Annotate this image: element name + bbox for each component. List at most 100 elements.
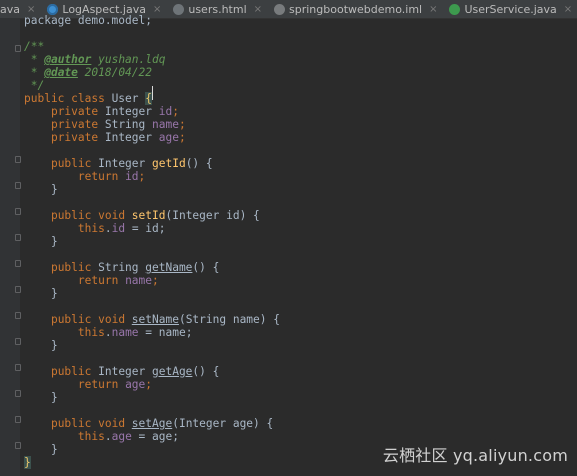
html-file-icon bbox=[173, 3, 185, 15]
type-integer: Integer bbox=[91, 157, 152, 170]
keyword-public: public bbox=[50, 417, 92, 430]
fold-marker-icon[interactable] bbox=[15, 234, 21, 241]
keyword-private: private bbox=[50, 118, 99, 131]
javadoc-open: /** bbox=[24, 40, 45, 53]
code-line-setage-close: } bbox=[24, 443, 58, 456]
tab-userservice[interactable]: UserService.java × bbox=[445, 0, 577, 18]
close-brace: } bbox=[50, 235, 58, 248]
code-line-date: * @date 2018/04/22 bbox=[24, 66, 152, 79]
assignment: = name; bbox=[138, 326, 193, 339]
semicolon: ; bbox=[145, 378, 153, 391]
field-age: age bbox=[125, 378, 146, 391]
code-line-setname-sig: public void setName(String name) { bbox=[24, 313, 280, 326]
keyword-private: private bbox=[50, 105, 99, 118]
fold-marker-icon[interactable] bbox=[15, 312, 21, 319]
type-integer: Integer bbox=[98, 105, 159, 118]
close-brace: } bbox=[50, 391, 58, 404]
keyword-return: return bbox=[77, 170, 119, 183]
type-string: String bbox=[91, 261, 146, 274]
params-open: () { bbox=[185, 157, 213, 170]
fold-marker-icon[interactable] bbox=[15, 286, 21, 293]
code-line-field-name: private String name; bbox=[24, 118, 186, 131]
tab-label: users.html bbox=[188, 2, 247, 16]
field-name: name bbox=[152, 118, 179, 131]
field-name: name bbox=[111, 326, 139, 339]
close-brace: } bbox=[50, 287, 58, 300]
fold-marker-icon[interactable] bbox=[15, 260, 21, 267]
tab-label: springbootwebdemo.iml bbox=[289, 2, 423, 16]
fold-marker-icon[interactable] bbox=[15, 390, 21, 397]
javadoc-date-value: 2018/04/22 bbox=[77, 66, 152, 79]
close-icon[interactable]: × bbox=[564, 4, 572, 15]
code-line-class-decl: public class User { bbox=[24, 92, 152, 105]
javadoc-author-tag: @author bbox=[44, 53, 92, 66]
semicolon: ; bbox=[138, 170, 146, 183]
params-open: () { bbox=[192, 365, 220, 378]
keyword-void: void bbox=[91, 209, 132, 222]
type-integer: Integer bbox=[91, 365, 152, 378]
fold-marker-icon[interactable] bbox=[15, 182, 21, 189]
code-line-getid-body: return id; bbox=[24, 170, 145, 183]
code-line-getage-body: return age; bbox=[24, 378, 152, 391]
fold-marker-icon[interactable] bbox=[15, 442, 21, 449]
code-line-javadoc-open: /** bbox=[24, 40, 44, 53]
close-icon[interactable]: × bbox=[153, 4, 161, 15]
method-getage: getAge bbox=[152, 365, 193, 378]
code-line-getage-sig: public Integer getAge() { bbox=[24, 365, 219, 378]
method-setid: setId bbox=[131, 209, 166, 222]
params: (Integer id) { bbox=[165, 209, 260, 222]
javadoc-close: */ bbox=[30, 79, 45, 92]
type-integer: Integer bbox=[98, 131, 159, 144]
field-id: id bbox=[125, 170, 139, 183]
close-icon[interactable]: × bbox=[27, 4, 35, 15]
method-getid: getId bbox=[152, 157, 186, 170]
code-line-getname-sig: public String getName() { bbox=[24, 261, 219, 274]
assignment: = age; bbox=[131, 430, 179, 443]
params-open: () { bbox=[192, 261, 220, 274]
tab-springbootwebdemo-iml[interactable]: springbootwebdemo.iml × bbox=[270, 0, 445, 18]
fold-marker-icon[interactable] bbox=[15, 338, 21, 345]
keyword-private: private bbox=[50, 131, 99, 144]
tab-users-html[interactable]: users.html × bbox=[169, 0, 270, 18]
keyword-return: return bbox=[77, 378, 119, 391]
code-line-setid-sig: public void setId(Integer id) { bbox=[24, 209, 260, 222]
code-line-getid-sig: public Integer getId() { bbox=[24, 157, 213, 170]
class-close-brace: } bbox=[24, 456, 31, 469]
fold-marker-icon[interactable] bbox=[15, 364, 21, 371]
fold-marker-icon[interactable] bbox=[15, 208, 21, 215]
keyword-public: public bbox=[50, 365, 92, 378]
keyword-void: void bbox=[91, 313, 132, 326]
close-brace: } bbox=[50, 339, 58, 352]
javadoc-date-tag: @date bbox=[44, 66, 78, 79]
code-line-field-id: private Integer id; bbox=[24, 105, 179, 118]
fold-marker-icon[interactable] bbox=[15, 156, 21, 163]
keyword-this: this bbox=[77, 326, 105, 339]
field-age: age bbox=[158, 131, 179, 144]
close-brace: } bbox=[50, 183, 58, 196]
keyword-public-class: public class bbox=[24, 92, 112, 105]
close-icon[interactable]: × bbox=[429, 4, 437, 15]
fold-marker-icon[interactable] bbox=[15, 45, 21, 52]
package-statement: package demo.model; bbox=[24, 14, 152, 27]
code-line-setid-body: this.id = id; bbox=[77, 222, 166, 235]
class-name: User bbox=[111, 92, 146, 105]
fold-marker-icon[interactable] bbox=[15, 416, 21, 423]
keyword-public: public bbox=[50, 209, 92, 222]
semicolon: ; bbox=[178, 131, 186, 144]
params: (String name) { bbox=[178, 313, 280, 326]
close-brace: } bbox=[50, 443, 58, 456]
code-line-getname-close: } bbox=[24, 287, 58, 300]
code-line-setname-close: } bbox=[24, 339, 58, 352]
params: (Integer age) { bbox=[172, 417, 274, 430]
code-line-setname-body: this.name = name; bbox=[77, 326, 193, 339]
keyword-public: public bbox=[50, 313, 92, 326]
module-file-icon bbox=[274, 3, 286, 15]
field-age: age bbox=[111, 430, 132, 443]
close-icon[interactable]: × bbox=[254, 4, 262, 15]
keyword-return: return bbox=[77, 274, 119, 287]
semicolon: ; bbox=[178, 118, 186, 131]
code-line-javadoc-close: */ bbox=[24, 79, 44, 92]
code-line-package: package demo.model; bbox=[24, 14, 152, 27]
keyword-public: public bbox=[50, 157, 92, 170]
keyword-this: this bbox=[77, 222, 105, 235]
